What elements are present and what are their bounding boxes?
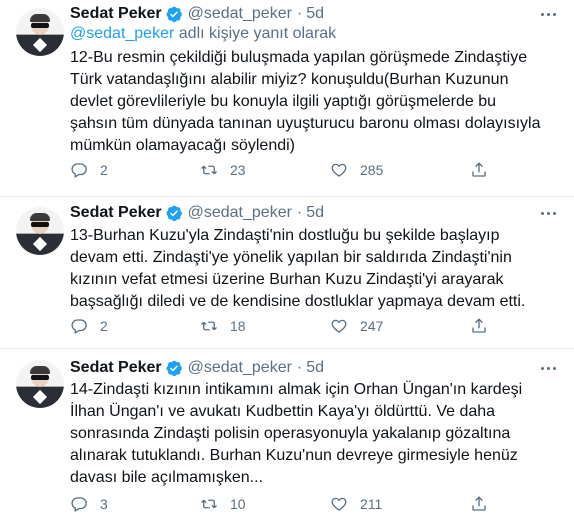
share-icon (472, 162, 486, 177)
tweet-actions: 2 18 247 (70, 317, 510, 337)
retweet-button[interactable]: 10 (200, 495, 246, 513)
retweet-button[interactable]: 18 (200, 317, 246, 335)
tweet-text-line: davası bile açılmamışken... (70, 469, 263, 486)
author-name[interactable]: Sedat Peker (70, 359, 162, 377)
like-count: 285 (360, 162, 384, 178)
separator-dot: · (296, 204, 303, 221)
avatar[interactable] (16, 207, 64, 255)
tweet[interactable]: Sedat Peker @sedat_peker · 5d 13-Burhan … (0, 197, 574, 347)
share-button[interactable] (470, 317, 488, 335)
tweet-text-line: 12-Bu resmin çekildiği buluşmada yapılan… (70, 49, 528, 66)
reply-context: @sedat_peker adlı kişiye yanıt olarak (70, 25, 336, 43)
reply-button[interactable]: 2 (70, 161, 108, 179)
reply-count: 3 (100, 496, 108, 512)
tweet-text-line: sonrasında Zindaşti polisin operasyonuyl… (70, 425, 511, 442)
tweet-text-line: kızının vefat etmesi üzerine Burhan Kuzu… (70, 271, 504, 288)
reply-mention-link[interactable]: @sedat_peker (70, 25, 174, 42)
tweet-actions: 3 10 211 (70, 495, 510, 515)
author-name[interactable]: Sedat Peker (70, 204, 162, 222)
reply-icon (71, 497, 87, 512)
retweet-count: 18 (230, 318, 246, 334)
author-handle[interactable]: @sedat_peker (188, 359, 292, 377)
tweet-text-line: mümkün olamayacağı söylendi) (70, 137, 295, 154)
tweet-header: Sedat Peker @sedat_peker · 5d (70, 3, 324, 25)
verified-badge-icon (166, 205, 182, 222)
retweet-icon (201, 499, 217, 509)
heart-icon (331, 319, 347, 333)
like-count: 211 (360, 496, 383, 512)
tweet-text-line: alınarak tutuklandı. Burhan Kuzu'nun dev… (70, 447, 518, 464)
tweet-header: Sedat Peker @sedat_peker · 5d (70, 357, 324, 379)
like-count: 247 (360, 318, 384, 334)
retweet-count: 10 (230, 496, 246, 512)
timestamp[interactable]: 5d (306, 204, 324, 222)
avatar[interactable] (16, 8, 64, 56)
retweet-icon (201, 165, 217, 175)
tweet-text: 12-Bu resmin çekildiği buluşmada yapılan… (70, 47, 558, 157)
retweet-count: 23 (230, 162, 246, 178)
tweet-text-line: 14-Zindaşti kızının intikamını almak içi… (70, 381, 523, 398)
more-icon[interactable] (541, 13, 556, 16)
tweet-header: Sedat Peker @sedat_peker · 5d (70, 202, 324, 224)
share-button[interactable] (470, 161, 488, 179)
more-icon[interactable] (541, 212, 556, 215)
share-icon (472, 496, 486, 511)
tweet-text-line: Türk vatandaşlığını alabilir miyiz? konu… (70, 71, 509, 88)
tweet-text-line: devam etti. Zindaşti'ye yönelik yapılan … (70, 249, 512, 266)
timestamp[interactable]: 5d (306, 5, 324, 23)
heart-icon (331, 163, 347, 177)
tweet[interactable]: Sedat Peker @sedat_peker · 5d 14-Zindaşt… (0, 349, 574, 518)
like-button[interactable]: 285 (330, 161, 383, 179)
reply-icon (71, 163, 87, 178)
author-handle[interactable]: @sedat_peker (188, 5, 292, 23)
tweet-text-line: devlet görevlileriyle bu konuyla ilgili … (70, 93, 497, 110)
verified-badge-icon (166, 6, 182, 23)
retweet-icon (201, 321, 217, 331)
share-button[interactable] (470, 495, 488, 513)
heart-icon (331, 497, 347, 511)
reply-icon (71, 319, 87, 334)
author-handle[interactable]: @sedat_peker (188, 204, 292, 222)
reply-count: 2 (100, 318, 108, 334)
tweet-actions: 2 23 285 (70, 161, 510, 181)
retweet-button[interactable]: 23 (200, 161, 246, 179)
tweet[interactable]: Sedat Peker @sedat_peker · 5d @sedat_pek… (0, 0, 574, 196)
tweet-text-line: 13-Burhan Kuzu'yla Zindaşti'nin dostluğu… (70, 227, 500, 244)
reply-button[interactable]: 2 (70, 317, 108, 335)
tweet-text-line: İlhan Üngan'ı ve avukatı Kudbettin Kaya'… (70, 403, 496, 420)
reply-count: 2 (100, 162, 108, 178)
like-button[interactable]: 247 (330, 317, 383, 335)
more-icon[interactable] (541, 367, 556, 370)
reply-context-text: adlı kişiye yanıt olarak (178, 25, 337, 42)
share-icon (472, 318, 486, 333)
tweet-text: 13-Burhan Kuzu'yla Zindaşti'nin dostluğu… (70, 225, 558, 313)
like-button[interactable]: 211 (330, 495, 382, 513)
tweet-text-line: başsağlığı diledi ve de kendisine dostlu… (70, 293, 526, 310)
separator-dot: · (296, 359, 303, 376)
verified-badge-icon (166, 360, 182, 377)
separator-dot: · (296, 5, 303, 22)
tweet-text: 14-Zindaşti kızının intikamını almak içi… (70, 379, 558, 489)
timestamp[interactable]: 5d (306, 359, 324, 377)
reply-button[interactable]: 3 (70, 495, 108, 513)
avatar[interactable] (16, 360, 64, 408)
tweet-text-line: şahsın tüm dünyada tanınan uyuşturucu ba… (70, 115, 541, 132)
author-name[interactable]: Sedat Peker (70, 5, 162, 23)
